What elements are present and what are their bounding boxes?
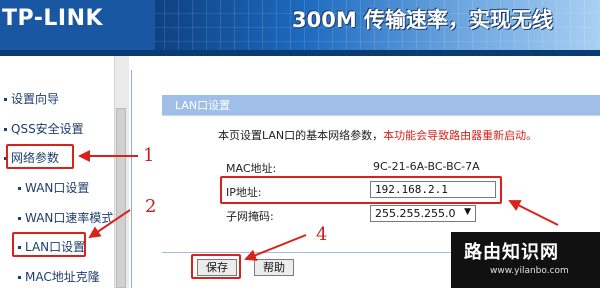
step-number-2: 2 — [145, 196, 157, 217]
arrow-step-4 — [244, 234, 307, 261]
step-number-4: 4 — [316, 224, 328, 245]
step-number-1: 1 — [143, 145, 155, 166]
arrow-step-2 — [88, 209, 131, 239]
watermark-url: www.yilanbo.com — [490, 266, 569, 276]
arrow-step-3 — [508, 200, 559, 226]
watermark-title: 路由知识网 — [464, 242, 559, 263]
